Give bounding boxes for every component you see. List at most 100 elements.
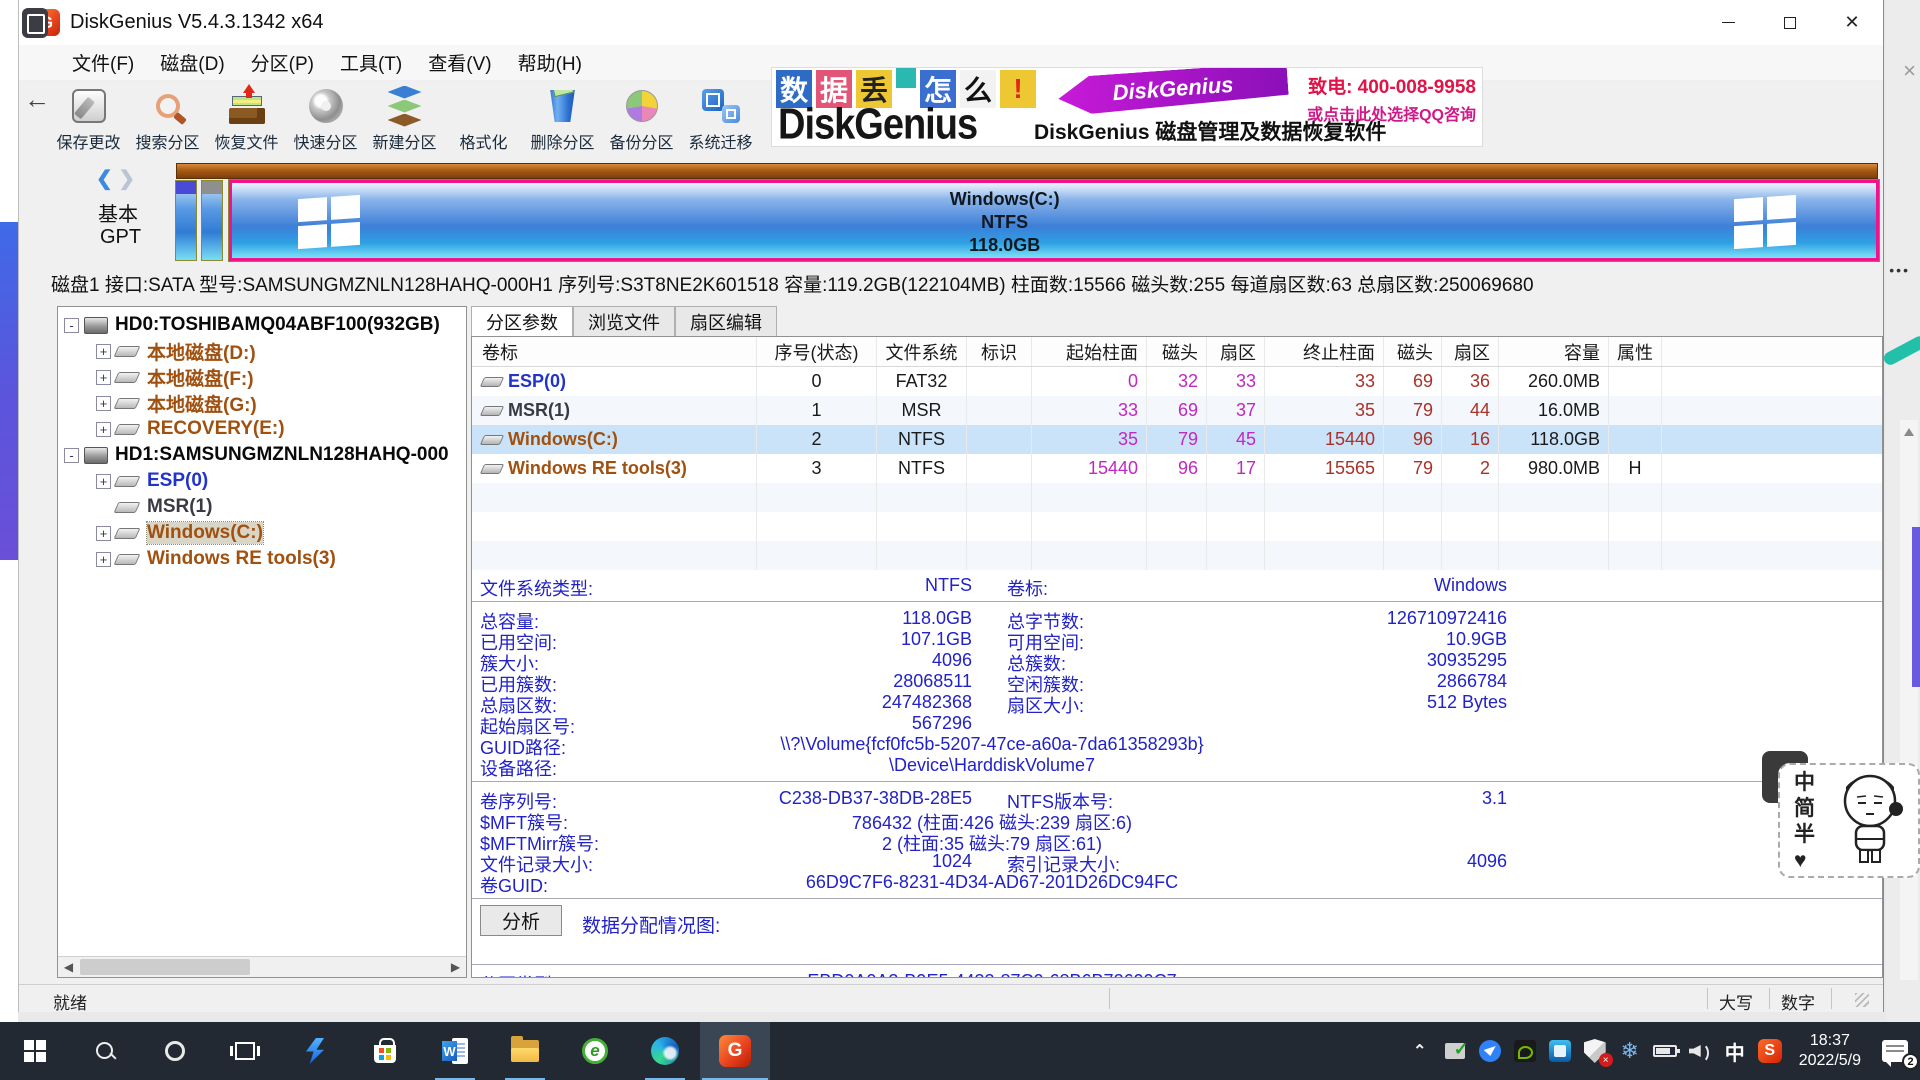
collapse-toggle-icon[interactable]: - <box>64 318 79 333</box>
expand-toggle-icon[interactable]: + <box>96 370 111 385</box>
promo-banner[interactable]: 数 据 丢 怎 么 ! DiskGenius DiskGenius DiskGe… <box>771 67 1483 147</box>
ime-status-widget[interactable]: 中 简 半 ♥ <box>1778 763 1920 878</box>
edge-button[interactable] <box>630 1022 700 1080</box>
partition-bar-esp[interactable] <box>175 180 197 261</box>
menu-partition[interactable]: 分区(P) <box>238 45 327 80</box>
tree-item-recovery-e[interactable]: + RECOVERY(E:) <box>58 416 466 442</box>
snowflake-icon[interactable]: ❄ <box>1618 1039 1642 1063</box>
menu-help[interactable]: 帮助(H) <box>505 45 595 80</box>
disk-icon <box>84 317 108 334</box>
tree-item-windows-c[interactable]: + Windows(C:) <box>58 520 466 546</box>
tab-browse-files[interactable]: 浏览文件 <box>573 306 675 336</box>
disk-bus-type: 基本 <box>98 198 138 227</box>
browser-back-icon[interactable]: ← <box>24 84 50 115</box>
expand-toggle-icon[interactable]: + <box>96 552 111 567</box>
expand-toggle-icon[interactable]: + <box>96 526 111 541</box>
taskbar-search-button[interactable] <box>70 1022 140 1080</box>
close-button[interactable]: ✕ <box>1821 0 1883 45</box>
background-more-icon[interactable]: ••• <box>1889 262 1910 278</box>
menu-disk[interactable]: 磁盘(D) <box>147 45 237 80</box>
background-close-icon[interactable]: × <box>1903 58 1916 84</box>
table-row-windows-re[interactable]: Windows RE tools(3) 3 NTFS 15440 96 17 1… <box>472 454 1882 483</box>
partition-icon <box>114 398 141 409</box>
microsoft-store-button[interactable] <box>350 1022 420 1080</box>
expand-toggle-icon[interactable]: + <box>96 422 111 437</box>
taskbar-clock[interactable]: 18:37 2022/5/9 <box>1799 1031 1861 1071</box>
background-scrollbar[interactable] <box>1900 420 1918 980</box>
banner-qq-link[interactable]: 或点击此处选择QQ咨询 <box>1307 101 1476 125</box>
delete-partition-button[interactable]: 删除分区 <box>523 81 602 160</box>
tree-horizontal-scrollbar[interactable]: ◀ ▶ <box>58 956 466 977</box>
search-partition-button[interactable]: 搜索分区 <box>128 81 207 160</box>
word-button[interactable]: W <box>420 1022 490 1080</box>
minimize-button[interactable] <box>1697 0 1759 45</box>
recover-files-button[interactable]: 恢复文件 <box>207 81 286 160</box>
tray-expand-button[interactable]: ⌃ <box>1408 1039 1432 1063</box>
defender-shield-icon[interactable]: × <box>1583 1039 1607 1063</box>
file-explorer-button[interactable] <box>490 1022 560 1080</box>
system-migration-button[interactable]: 系统迁移 <box>681 81 760 160</box>
quick-partition-button[interactable]: 快速分区 <box>286 81 365 160</box>
disk-capacity-strip[interactable] <box>176 163 1878 179</box>
diskgenius-taskbar-button[interactable]: G <box>700 1022 770 1080</box>
update-check-icon[interactable] <box>1443 1039 1467 1063</box>
prev-disk-icon[interactable]: ❮ <box>96 168 113 190</box>
scrollbar-thumb[interactable] <box>80 959 250 975</box>
expand-toggle-icon[interactable]: + <box>96 344 111 359</box>
task-view-button[interactable] <box>210 1022 280 1080</box>
tree-item-esp[interactable]: + ESP(0) <box>58 468 466 494</box>
tree-item-msr[interactable]: MSR(1) <box>58 494 466 520</box>
battery-icon[interactable] <box>1653 1039 1677 1063</box>
tab-partition-parameters[interactable]: 分区参数 <box>471 306 573 336</box>
nvidia-icon[interactable] <box>1513 1039 1537 1063</box>
intel-graphics-icon[interactable] <box>1548 1039 1572 1063</box>
allocation-map-label: 数据分配情况图: <box>582 911 720 938</box>
new-partition-button[interactable]: 新建分区 <box>365 81 444 160</box>
tab-sector-edit[interactable]: 扇区编辑 <box>675 306 777 336</box>
backup-partition-button[interactable]: 备份分区 <box>602 81 681 160</box>
background-scroll-up-icon[interactable] <box>1904 428 1914 436</box>
tree-item-windows-re[interactable]: + Windows RE tools(3) <box>58 546 466 572</box>
cortana-button[interactable] <box>140 1022 210 1080</box>
collapse-toggle-icon[interactable]: - <box>64 448 79 463</box>
flash-app-button[interactable] <box>280 1022 350 1080</box>
browser-360-button[interactable]: e <box>560 1022 630 1080</box>
table-row-esp[interactable]: ESP(0) 0 FAT32 0 32 33 33 69 36 260.0MB <box>472 367 1882 396</box>
format-button[interactable]: 格式化 <box>444 81 523 160</box>
partition-bar-msr[interactable] <box>201 180 223 261</box>
start-button[interactable] <box>0 1022 70 1080</box>
tree-item-local-g[interactable]: + 本地磁盘(G:) <box>58 390 466 416</box>
volume-icon[interactable] <box>1688 1039 1712 1063</box>
scroll-left-icon[interactable]: ◀ <box>58 957 79 977</box>
titlebar[interactable]: G DiskGenius V5.4.3.1342 x64 ✕ <box>19 0 1883 45</box>
tree-item-local-f[interactable]: + 本地磁盘(F:) <box>58 364 466 390</box>
tree-item-hd0[interactable]: - HD0:TOSHIBAMQ04ABF100(932GB) <box>58 312 466 338</box>
table-row-windows-c[interactable]: Windows(C:) 2 NTFS 35 79 45 15440 96 16 … <box>472 425 1882 454</box>
expand-toggle-icon[interactable]: + <box>96 474 111 489</box>
save-changes-button[interactable]: 保存更改 <box>49 81 128 160</box>
next-disk-icon[interactable]: ❯ <box>118 168 135 190</box>
menu-tools[interactable]: 工具(T) <box>327 45 415 80</box>
bar-partition-size: 118.0GB <box>950 234 1060 257</box>
action-center-button[interactable]: 2 <box>1878 1039 1912 1063</box>
dingtalk-icon[interactable] <box>1478 1039 1502 1063</box>
scroll-right-icon[interactable]: ▶ <box>445 957 466 977</box>
maximize-button[interactable] <box>1759 0 1821 45</box>
menu-view[interactable]: 查看(V) <box>415 45 504 80</box>
ime-indicator[interactable]: 中 <box>1723 1039 1747 1063</box>
sogou-icon[interactable]: S <box>1758 1039 1782 1063</box>
tree-item-hd1[interactable]: - HD1:SAMSUNGMZNLN128HAHQ-000 <box>58 442 466 468</box>
table-row-msr[interactable]: MSR(1) 1 MSR 33 69 37 35 79 44 16.0MB <box>472 396 1882 425</box>
tree-item-local-d[interactable]: + 本地磁盘(D:) <box>58 338 466 364</box>
menu-file[interactable]: 文件(F) <box>59 45 147 80</box>
ime-heart-icon: ♥ <box>1794 849 1815 873</box>
lightning-icon <box>306 1038 324 1064</box>
expand-toggle-icon[interactable]: + <box>96 396 111 411</box>
resize-grip[interactable] <box>1855 993 1869 1007</box>
search-partition-icon <box>156 94 180 118</box>
partition-icon <box>114 346 141 357</box>
analyze-button[interactable]: 分析 <box>480 905 562 936</box>
notification-badge: 2 <box>1902 1053 1919 1070</box>
partition-bar-windows-c[interactable]: Windows(C:) NTFS 118.0GB <box>229 180 1879 261</box>
partition-icon <box>480 464 504 474</box>
